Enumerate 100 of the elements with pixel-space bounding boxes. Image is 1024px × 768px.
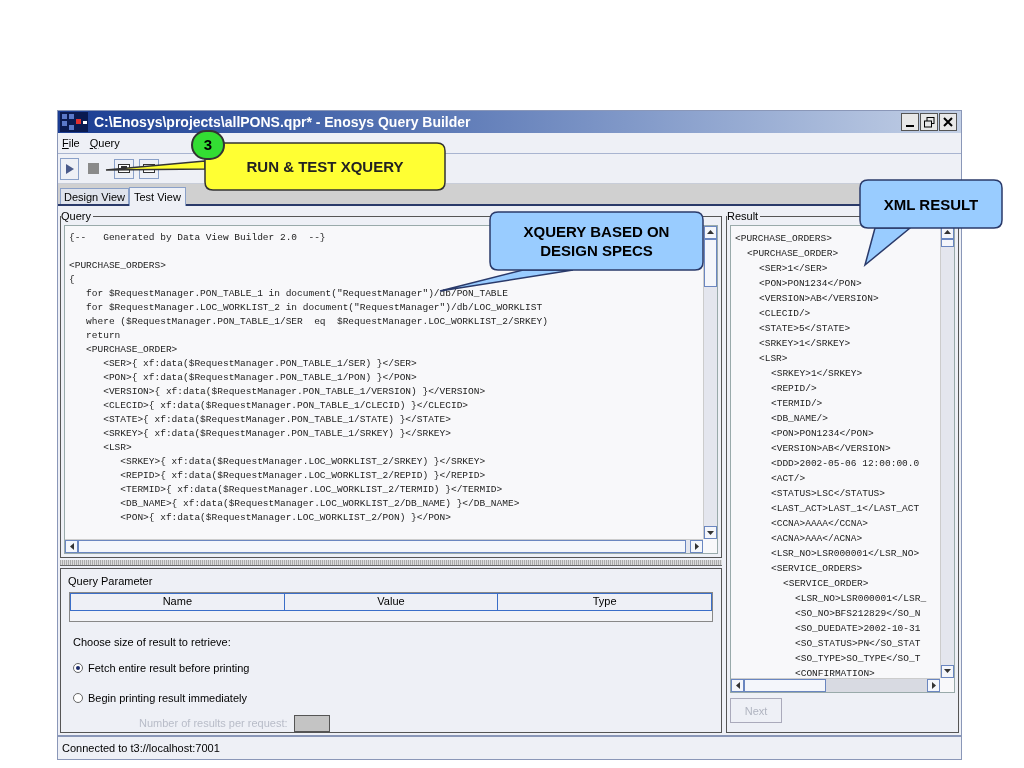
code-line: <DB_NAME>{ xf:data($RequestManager.LOC_WORKLIST_2/DB_NAME) }</DB_NAME> — [119, 496, 520, 511]
close-icon — [943, 117, 953, 127]
up-arrow-icon — [707, 230, 714, 234]
radio-button[interactable] — [73, 663, 83, 674]
play-icon — [65, 163, 74, 174]
result-line: <SO_STATUS>PN</SO_STAT — [795, 636, 921, 651]
horizontal-scrollbar[interactable] — [731, 677, 940, 692]
down-arrow-icon — [944, 669, 951, 673]
result-line: <PURCHASE_ORDER> — [747, 246, 839, 261]
result-line: <VERSION>AB</VERSION> — [759, 291, 879, 306]
right-arrow-icon — [931, 681, 936, 689]
code-line: <REPID>{ xf:data($RequestManager.LOC_WORKLIST_2/REPID) }</REPID> — [119, 468, 486, 483]
code-line: <TERMID>{ xf:data($RequestManager.LOC_WORKLIST_2/TERMID) }</TERMID> — [119, 482, 503, 497]
restore-icon — [923, 116, 935, 128]
app-icon — [60, 112, 88, 132]
radio-button[interactable] — [73, 692, 83, 703]
menu-item[interactable]: File — [62, 134, 80, 152]
result-line: <LAST_ACT>LAST_1</LAST_ACT — [771, 501, 920, 516]
column-header[interactable]: Type — [497, 593, 711, 610]
vertical-scrollbar[interactable] — [703, 225, 717, 540]
restore-button[interactable] — [920, 113, 938, 131]
scroll-right-button[interactable] — [927, 678, 940, 692]
scrollbar-thumb[interactable] — [704, 238, 717, 287]
result-line: <PON>PON1234</PON> — [771, 426, 874, 441]
result-line: <STATUS>LSC</STATUS> — [771, 486, 886, 501]
window-title: C:\Enosys\projects\allPONS.qpr* - Enosys Query Builder — [94, 112, 471, 132]
close-button[interactable] — [939, 113, 957, 131]
result-line: <SO_NO>BFS212829</SO_N — [795, 606, 921, 621]
result-line: <CCNA>AAAA</CCNA> — [771, 516, 868, 531]
result-line: <LSR> — [759, 351, 788, 366]
code-line: <PURCHASE_ORDER> — [85, 342, 178, 357]
code-line: <SRKEY>{ xf:data($RequestManager.LOC_WORKLIST_2/SRKEY) }</SRKEY> — [119, 454, 486, 469]
result-line: <DB_NAME/> — [771, 411, 828, 426]
callout-text: XML RESULT — [882, 194, 980, 214]
column-header[interactable]: Name — [71, 593, 284, 610]
menu-item[interactable]: Query — [89, 134, 120, 152]
code-line: <PURCHASE_ORDERS> — [69, 258, 166, 273]
minimize-icon — [906, 125, 914, 127]
result-line: <CONFIRMATION> — [795, 666, 875, 678]
scrollbar-thumb[interactable] — [744, 678, 826, 692]
result-line: <LSR_NO>LSR000001</LSR_ — [795, 591, 927, 606]
tab[interactable]: Test View — [128, 187, 186, 206]
stop-icon — [88, 163, 99, 174]
splitter[interactable] — [60, 560, 722, 566]
result-line: <SRKEY>1</SRKEY> — [759, 336, 851, 351]
up-arrow-icon — [944, 230, 951, 234]
left-arrow-icon — [69, 543, 74, 551]
status-bar: Connected to t3://localhost:7001 — [58, 735, 961, 759]
result-line: <ACT/> — [771, 471, 806, 486]
code-line: <STATE>{ xf:data($RequestManager.PON_TABLE_1/STATE) }</STATE> — [102, 412, 451, 427]
code-line: <SER>{ xf:data($RequestManager.PON_TABLE_1/SER) }</SER> — [102, 356, 417, 371]
tab[interactable]: Design View — [60, 188, 129, 204]
left-arrow-icon — [735, 681, 740, 689]
result-line: <SRKEY>1</SRKEY> — [771, 366, 863, 381]
result-line: <ACNA>AAA</ACNA> — [771, 531, 863, 546]
code-line: where ($RequestManager.PON_TABLE_1/SER eq $RequestManager.LOC_WORKLIST_2/SRKEY) — [85, 314, 548, 329]
code-line: for $RequestManager.LOC_WORKLIST_2 in document("RequestManager")/db/LOC_WORKLIST — [85, 300, 543, 315]
result-line: <VERSION>AB</VERSION> — [771, 441, 891, 456]
result-line: <SO_TYPE>SO_TYPE</SO_T — [795, 651, 921, 666]
code-line: {-- Generated by Data View Builder 2.0 --} — [69, 230, 326, 245]
code-line: <LSR> — [102, 440, 132, 455]
scroll-down-button[interactable] — [704, 526, 717, 540]
minimize-button[interactable] — [901, 113, 919, 131]
callout-text: RUN & TEST XQUERY — [245, 157, 405, 176]
prompt-text: Choose size of result to retrieve: — [73, 634, 232, 650]
result-line: <SERVICE_ORDERS> — [771, 561, 863, 576]
scroll-down-button[interactable] — [941, 664, 954, 678]
panel-title: Query — [61, 209, 92, 224]
code-line: <SRKEY>{ xf:data($RequestManager.PON_TABLE_1/SRKEY) }</SRKEY> — [102, 426, 451, 441]
scroll-right-button[interactable] — [690, 540, 703, 554]
result-line: <STATE>5</STATE> — [759, 321, 851, 336]
code-line: <VERSION>{ xf:data($RequestManager.PON_TABLE_1/VERSION) }</VERSION> — [102, 384, 486, 399]
result-line: <LSR_NO>LSR000001</LSR_NO> — [771, 546, 920, 561]
right-arrow-icon — [694, 543, 699, 551]
result-line: <SER>1</SER> — [759, 261, 828, 276]
scroll-up-button[interactable] — [704, 225, 717, 239]
run-button[interactable] — [60, 157, 79, 180]
result-line: <PON>PON1234</PON> — [759, 276, 862, 291]
result-line: <TERMID/> — [771, 396, 823, 411]
scrollbar-thumb[interactable] — [941, 238, 954, 247]
result-line: <SO_DUEDATE>2002-10-31 — [795, 621, 921, 636]
scroll-left-button[interactable] — [65, 540, 78, 554]
result-line: <REPID/> — [771, 381, 817, 396]
code-line: for $RequestManager.PON_TABLE_1 in document("RequestManager")/db/PON_TABLE — [85, 286, 508, 301]
column-header[interactable]: Value — [283, 593, 498, 610]
down-arrow-icon — [707, 530, 714, 535]
code-line: <CLECID>{ xf:data($RequestManager.PON_TABLE_1/CLECID) }</CLECID> — [102, 398, 469, 413]
result-line: <SERVICE_ORDER> — [783, 576, 869, 591]
code-line: return — [85, 328, 121, 343]
code-line: <PON>{ xf:data($RequestManager.LOC_WORKLIST_2/PON) }</PON> — [119, 510, 451, 525]
code-line: { — [69, 272, 75, 287]
callout-text: XQUERY BASED ON DESIGN SPECS — [522, 222, 671, 260]
option-label: Fetch entire result before printing — [88, 661, 250, 676]
section-title: Query Parameter — [68, 574, 154, 589]
result-line: <PURCHASE_ORDERS> — [735, 231, 832, 246]
code-line: <PON>{ xf:data($RequestManager.PON_TABLE_1/PON) }</PON> — [102, 370, 417, 385]
result-line: <DDD>2002-05-06 12:00:00.0 — [771, 456, 920, 471]
scroll-left-button[interactable] — [731, 678, 744, 692]
option-label: Begin printing result immediately — [88, 690, 247, 706]
result-line: <CLECID/> — [759, 306, 811, 321]
